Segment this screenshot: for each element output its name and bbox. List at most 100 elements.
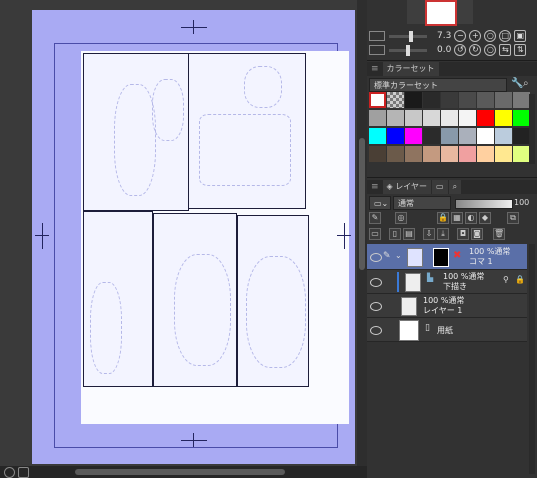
color-swatch[interactable] bbox=[459, 146, 476, 162]
color-swatch[interactable] bbox=[495, 146, 512, 162]
visibility-eye-icon[interactable] bbox=[370, 302, 382, 311]
layer-name: 用紙 bbox=[437, 326, 453, 335]
manga-page[interactable] bbox=[32, 10, 355, 464]
zoom-in-icon[interactable]: + bbox=[469, 30, 482, 42]
merge-down-icon[interactable]: ⤓ bbox=[437, 228, 449, 240]
zoom-slider[interactable] bbox=[389, 30, 427, 42]
color-swatch[interactable] bbox=[387, 128, 404, 144]
color-set-settings-icon[interactable]: 🔧 bbox=[511, 78, 523, 89]
reference-icon[interactable]: ⚲ bbox=[503, 275, 509, 284]
color-swatch[interactable] bbox=[387, 92, 404, 108]
fit-width-icon[interactable]: ▣ bbox=[514, 30, 527, 42]
flip-horizontal-icon[interactable]: ⇆ bbox=[499, 44, 512, 56]
lock-icon[interactable]: 🔒 bbox=[515, 275, 525, 284]
tab-layer[interactable]: ◈ レイヤー bbox=[382, 180, 432, 194]
rotate-reset-icon[interactable] bbox=[4, 467, 15, 478]
layer-row-layer1[interactable]: 100 %通常 レイヤー 1 bbox=[367, 294, 527, 318]
tab-color-set[interactable]: カラーセット bbox=[382, 62, 439, 76]
color-swatch[interactable] bbox=[513, 128, 530, 144]
color-swatch[interactable] bbox=[459, 128, 476, 144]
layer-row-draft[interactable]: ▙ 100 %通常 下描き ⚲ 🔒 bbox=[367, 270, 527, 294]
color-swatch[interactable] bbox=[423, 128, 440, 144]
delete-layer-icon[interactable]: 🗑 bbox=[493, 228, 505, 240]
mask-icon[interactable]: ◐ bbox=[465, 212, 477, 224]
color-swatch[interactable] bbox=[405, 128, 422, 144]
color-swatch[interactable] bbox=[369, 92, 386, 108]
visibility-eye-icon[interactable] bbox=[370, 278, 382, 287]
color-swatch[interactable] bbox=[369, 128, 386, 144]
new-vector-layer-icon[interactable]: ▯ bbox=[389, 228, 401, 240]
layer-row-frame[interactable]: ✎ ⌄ ✖ 100 %通常 コマ 1 bbox=[367, 244, 527, 270]
mask-apply-icon[interactable]: ◙ bbox=[471, 228, 483, 240]
opacity-slider[interactable] bbox=[455, 199, 513, 209]
color-swatch[interactable] bbox=[459, 92, 476, 108]
fit-icon[interactable]: ○ bbox=[484, 30, 497, 42]
color-swatch[interactable] bbox=[477, 110, 494, 126]
layer-row-paper[interactable]: ▯ 用紙 bbox=[367, 318, 527, 342]
rotate-left-icon[interactable]: ↺ bbox=[454, 44, 467, 56]
rotate-slider-icon[interactable] bbox=[369, 45, 385, 55]
color-swatch[interactable] bbox=[513, 146, 530, 162]
color-set-scrollbar[interactable] bbox=[529, 94, 535, 164]
color-swatch[interactable] bbox=[423, 92, 440, 108]
color-swatch[interactable] bbox=[405, 110, 422, 126]
flip-vertical-icon[interactable]: ⇅ bbox=[514, 44, 527, 56]
color-swatch[interactable] bbox=[369, 110, 386, 126]
lock-layer-icon[interactable]: 🔒 bbox=[437, 212, 449, 224]
color-swatch[interactable] bbox=[495, 128, 512, 144]
navigator-thumbnail[interactable] bbox=[407, 0, 473, 26]
color-set-dropdown[interactable]: 標準カラーセット bbox=[369, 78, 507, 92]
color-swatch[interactable] bbox=[477, 146, 494, 162]
tab-layer-search[interactable]: ⌕ bbox=[448, 180, 462, 194]
color-set-search-icon[interactable]: ⌕ bbox=[523, 78, 529, 89]
color-swatch[interactable] bbox=[459, 110, 476, 126]
color-swatch[interactable] bbox=[423, 110, 440, 126]
transfer-down-icon[interactable]: ⇩ bbox=[423, 228, 435, 240]
tab-layer-property[interactable]: ▭ bbox=[432, 180, 448, 194]
canvas-horizontal-scrollbar[interactable] bbox=[0, 466, 367, 478]
color-swatch[interactable] bbox=[477, 128, 494, 144]
clip-icon[interactable]: ⧉ bbox=[507, 212, 519, 224]
visibility-eye-icon[interactable] bbox=[370, 253, 382, 262]
color-swatch[interactable] bbox=[423, 146, 440, 162]
new-raster-layer-icon[interactable]: ▭ bbox=[369, 228, 381, 240]
canvas-area[interactable] bbox=[0, 0, 367, 478]
layer-color-icon[interactable]: ◆ bbox=[479, 212, 491, 224]
lock-transparency-icon[interactable]: ▦ bbox=[451, 212, 463, 224]
reference-layer-icon[interactable]: ◎ bbox=[395, 212, 407, 224]
mask-disabled-icon[interactable]: ✖ bbox=[453, 250, 461, 261]
layer-scrollbar[interactable] bbox=[529, 244, 535, 474]
layer-property-dropdown[interactable]: ▭⌄ bbox=[369, 196, 391, 210]
color-swatch[interactable] bbox=[387, 110, 404, 126]
color-swatch[interactable] bbox=[441, 110, 458, 126]
rotate-right-icon[interactable]: ↻ bbox=[469, 44, 482, 56]
blend-mode-dropdown[interactable]: 通常 bbox=[393, 196, 451, 210]
zoom-icon[interactable] bbox=[369, 31, 385, 41]
panel-menu-icon[interactable]: ≡ bbox=[367, 64, 383, 74]
color-swatch[interactable] bbox=[405, 92, 422, 108]
color-swatch[interactable] bbox=[441, 128, 458, 144]
rotate-slider[interactable] bbox=[389, 44, 427, 56]
color-swatch[interactable] bbox=[441, 92, 458, 108]
color-swatch[interactable] bbox=[441, 146, 458, 162]
actual-size-icon[interactable]: □ bbox=[499, 30, 512, 42]
color-swatch[interactable] bbox=[405, 146, 422, 162]
visibility-eye-icon[interactable] bbox=[370, 326, 382, 335]
color-swatch[interactable] bbox=[369, 146, 386, 162]
color-swatch[interactable] bbox=[495, 110, 512, 126]
color-swatch[interactable] bbox=[387, 146, 404, 162]
color-swatch[interactable] bbox=[495, 92, 512, 108]
expand-chevron-icon[interactable]: ⌄ bbox=[395, 251, 402, 260]
zoom-out-icon[interactable]: − bbox=[454, 30, 467, 42]
edit-pen-icon[interactable]: ✎ bbox=[383, 251, 391, 261]
color-swatch[interactable] bbox=[477, 92, 494, 108]
draft-layer-icon[interactable]: ✎ bbox=[369, 212, 381, 224]
rotate-icon[interactable] bbox=[18, 467, 29, 478]
new-folder-icon[interactable]: ▤ bbox=[403, 228, 415, 240]
color-swatch[interactable] bbox=[513, 92, 530, 108]
canvas-vertical-scrollbar[interactable] bbox=[357, 0, 367, 466]
reset-rotate-icon[interactable]: ○ bbox=[484, 44, 497, 56]
panel-menu-icon[interactable]: ≡ bbox=[367, 182, 383, 192]
mask-add-icon[interactable]: ◘ bbox=[457, 228, 469, 240]
color-swatch[interactable] bbox=[513, 110, 530, 126]
